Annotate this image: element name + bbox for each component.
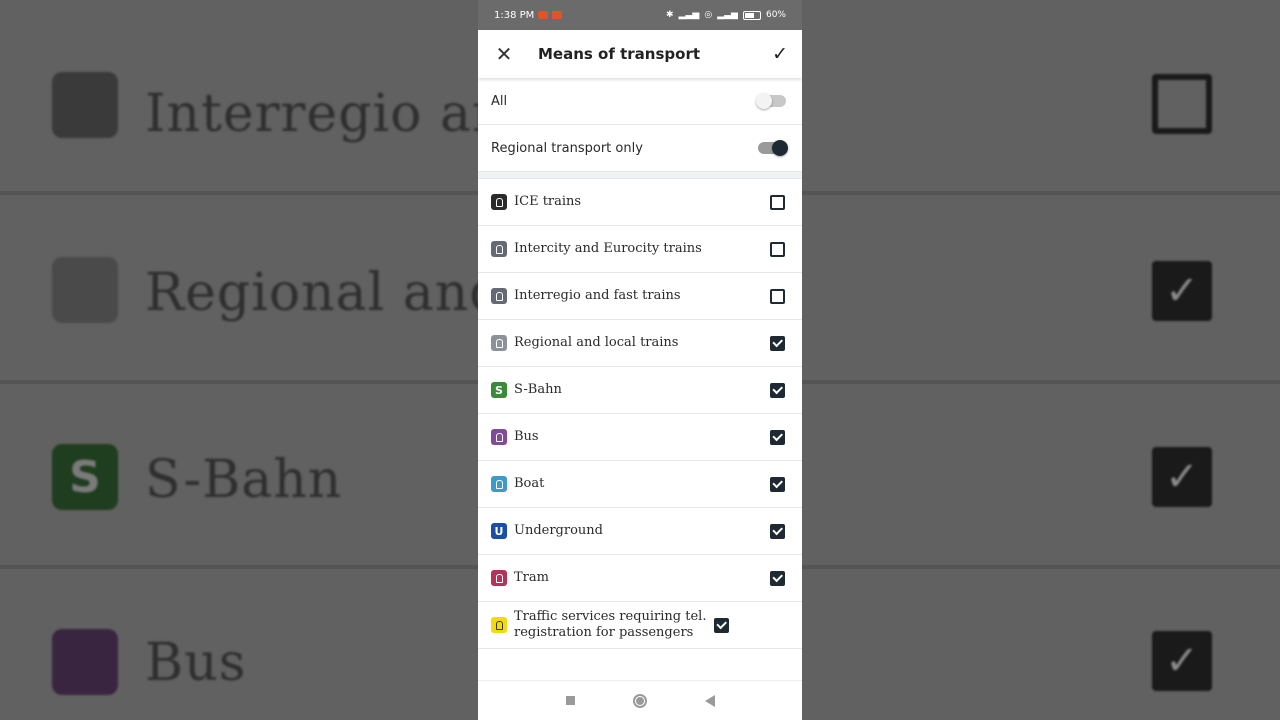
transport-item-label: S-Bahn [514,382,562,397]
bg-s-bahn-icon: S [52,444,118,510]
data-saver-icon: ◎ [704,10,713,20]
transport-item-label: Intercity and Eurocity trains [514,241,702,256]
s-bahn-icon: S [491,382,507,398]
transport-item-label: Bus [514,429,539,444]
transport-item[interactable]: Traffic services requiring tel. registra… [478,602,802,649]
tram-icon [491,570,507,586]
toggle-row-all[interactable]: All [478,78,802,125]
bg-checkbox: ✓ [1152,447,1212,507]
transport-checkbox[interactable] [770,429,785,445]
transport-item[interactable]: ICE trains [478,179,802,226]
transport-item[interactable]: Regional and local trains [478,320,802,367]
transport-item[interactable]: U Underground [478,508,802,555]
status-time: 1:38 PM [494,9,535,21]
transport-checkbox[interactable] [770,288,785,304]
bg-train-icon [52,72,118,138]
regional-only-toggle[interactable] [758,140,788,156]
interregio-train-icon [491,288,507,304]
taxi-icon [491,617,507,633]
phone-screen: 1:38 PM ✱ ▂▃▅ ◎ ▂▃▅ 60% ✕ Means of trans… [478,0,802,720]
close-icon[interactable]: ✕ [492,42,516,66]
ice-train-icon [491,194,507,210]
toggle-label: Regional transport only [491,140,643,156]
transport-checkbox[interactable] [770,241,785,257]
battery-level: 60% [765,10,786,20]
transport-checkbox[interactable] [770,194,785,210]
recording-icon [552,11,563,19]
transport-item-label: Underground [514,523,603,538]
bus-icon [491,429,507,445]
bg-checkbox: ✓ [1152,631,1212,691]
bg-checkbox [1152,74,1212,134]
all-toggle[interactable] [756,93,786,109]
back-icon[interactable] [704,694,715,707]
bg-bus-icon [52,629,118,695]
intercity-train-icon [491,241,507,257]
transport-item-label: Traffic services requiring tel. registra… [514,609,707,640]
app-bar: ✕ Means of transport ✓ [478,30,802,78]
transport-list: ICE trains Intercity and Eurocity trains I… [478,179,802,649]
transport-checkbox[interactable] [714,617,729,633]
battery-icon [742,10,761,20]
transport-item[interactable]: Interregio and fast trains [478,273,802,320]
bg-checkbox: ✓ [1152,261,1212,321]
transport-item[interactable]: S S-Bahn [478,367,802,414]
boat-icon [491,476,507,492]
recording-icon [538,11,549,19]
transport-item[interactable]: Bus [478,414,802,461]
transport-item-label: ICE trains [514,194,582,209]
regional-train-icon [491,335,507,351]
underground-icon: U [491,523,507,539]
transport-item-label: Regional and local trains [514,335,679,350]
bg-row-text: S-Bahn [145,450,343,510]
transport-checkbox[interactable] [770,335,785,351]
check-icon[interactable]: ✓ [772,43,788,65]
transport-item[interactable]: Boat [478,461,802,508]
bg-row-text: Regional and [145,263,504,323]
transport-item[interactable]: Tram [478,555,802,602]
transport-checkbox[interactable] [770,382,785,398]
signal-icon: ▂▃▅ [678,10,700,20]
bg-row-text: Bus [145,633,247,693]
signal-icon: ▂▃▅ [717,10,738,20]
transport-checkbox[interactable] [770,523,785,539]
transport-item-label: Tram [514,570,549,585]
transport-checkbox[interactable] [770,570,785,586]
bg-train-icon [52,257,118,323]
navigation-bar [478,680,802,720]
bluetooth-icon: ✱ [666,10,674,20]
transport-item-label: Boat [514,476,545,491]
toggle-row-regional-only[interactable]: Regional transport only [478,125,802,172]
status-bar: 1:38 PM ✱ ▂▃▅ ◎ ▂▃▅ 60% [478,0,802,30]
transport-item[interactable]: Intercity and Eurocity trains [478,226,802,273]
toggle-label: All [491,93,508,109]
transport-item-label: Interregio and fast trains [514,288,681,303]
section-divider [478,172,802,179]
page-title: Means of transport [538,45,701,63]
transport-checkbox[interactable] [770,476,785,492]
home-icon[interactable] [632,693,647,708]
recents-icon[interactable] [565,696,575,705]
